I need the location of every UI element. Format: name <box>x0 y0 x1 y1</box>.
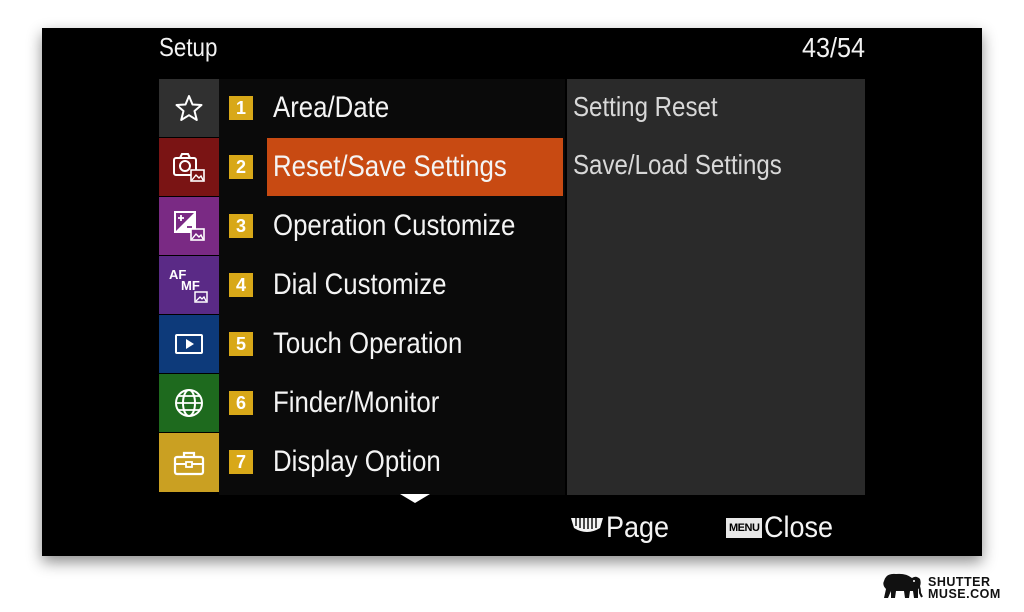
item-number-badge: 5 <box>229 332 253 356</box>
menu-item-reset-save-settings[interactable]: 2 Reset/Save Settings <box>229 138 565 196</box>
page-indicator: 43/54 <box>801 32 865 63</box>
menu-item-label: Touch Operation <box>273 327 463 360</box>
page-label: Page <box>606 511 670 544</box>
category-favorites[interactable] <box>159 79 219 137</box>
toolbox-icon <box>171 448 207 478</box>
menu-item-display-option[interactable]: 7 Display Option <box>229 433 565 491</box>
submenu-item-label: Setting Reset <box>573 91 718 122</box>
item-number-badge: 3 <box>229 214 253 238</box>
close-label: Close <box>764 511 834 544</box>
submenu-panel: Setting Reset Save/Load Settings <box>567 79 865 495</box>
menu-item-label: Operation Customize <box>273 209 516 242</box>
menu-item-label: Display Option <box>273 445 441 478</box>
camera-menu-screen: Setup 43/54 AF MF 1 Area/Date 2 Reset/Sa… <box>42 28 982 556</box>
menu-item-touch-operation[interactable]: 5 Touch Operation <box>229 315 565 373</box>
dial-icon <box>570 516 604 541</box>
item-number-badge: 2 <box>229 155 253 179</box>
menu-item-label: Finder/Monitor <box>273 386 440 419</box>
shuttermuse-logo: SHUTTER MUSE.COM <box>880 570 1001 606</box>
settings-menu-list: 1 Area/Date 2 Reset/Save Settings 3 Oper… <box>219 79 565 495</box>
menu-item-label: Area/Date <box>273 91 390 124</box>
scroll-down-arrow-icon[interactable] <box>400 494 430 503</box>
exposure-icon <box>171 209 207 243</box>
item-number-badge: 4 <box>229 273 253 297</box>
menu-title: Setup <box>159 32 218 62</box>
playback-icon <box>171 329 207 359</box>
category-exposure[interactable] <box>159 197 219 255</box>
menu-item-finder-monitor[interactable]: 6 Finder/Monitor <box>229 374 565 432</box>
submenu-item-save-load-settings[interactable]: Save/Load Settings <box>567 137 865 195</box>
page-button[interactable]: Page <box>570 508 676 548</box>
category-network[interactable] <box>159 374 219 432</box>
submenu-item-setting-reset[interactable]: Setting Reset <box>567 79 865 137</box>
elephant-icon <box>880 571 924 606</box>
globe-icon <box>172 386 206 420</box>
af-mf-icon: AF MF <box>167 265 211 305</box>
menu-item-area-date[interactable]: 1 Area/Date <box>229 79 565 137</box>
camera-icon <box>171 150 207 184</box>
menu-item-operation-customize[interactable]: 3 Operation Customize <box>229 197 565 255</box>
category-shooting[interactable] <box>159 138 219 196</box>
item-number-badge: 7 <box>229 450 253 474</box>
category-setup[interactable] <box>159 433 219 492</box>
watermark-text: SHUTTER MUSE.COM <box>928 575 1001 601</box>
category-focus[interactable]: AF MF <box>159 256 219 314</box>
star-icon <box>174 93 204 123</box>
category-sidebar: AF MF <box>159 79 219 495</box>
category-playback[interactable] <box>159 315 219 373</box>
close-button[interactable]: MENU Close <box>726 508 841 548</box>
submenu-item-label: Save/Load Settings <box>573 149 782 180</box>
menu-button-icon: MENU <box>726 518 763 538</box>
item-number-badge: 1 <box>229 96 253 120</box>
menu-item-label: Reset/Save Settings <box>273 150 507 183</box>
item-number-badge: 6 <box>229 391 253 415</box>
menu-item-dial-customize[interactable]: 4 Dial Customize <box>229 256 565 314</box>
menu-item-label: Dial Customize <box>273 268 447 301</box>
